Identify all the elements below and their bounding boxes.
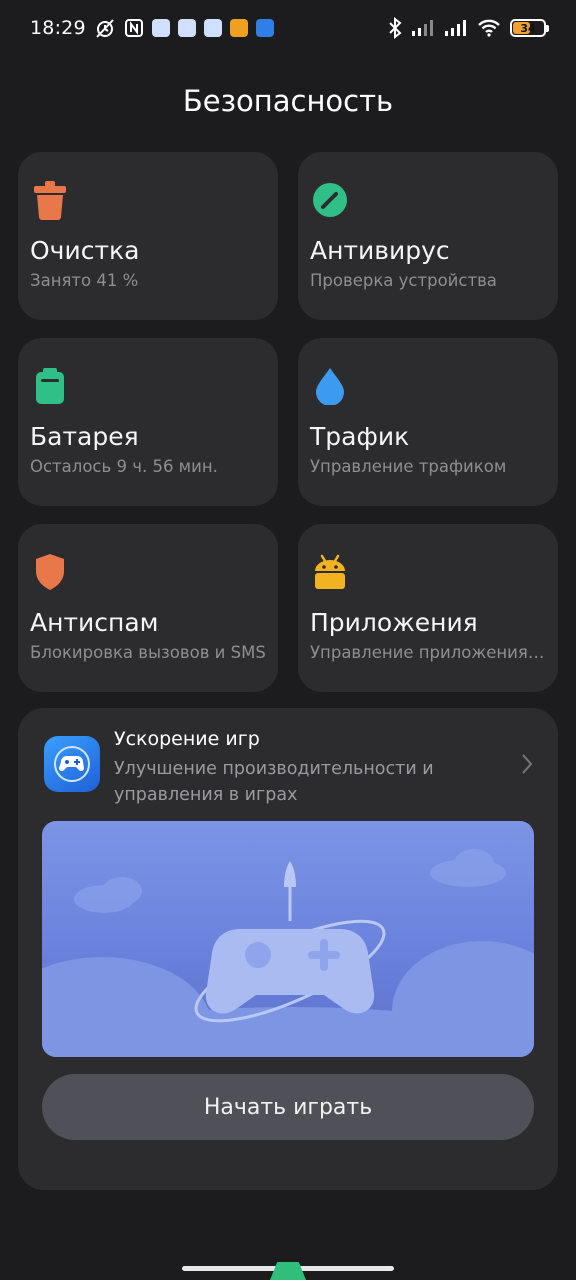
antivirus-icon [310, 180, 350, 220]
tile-subtitle: Блокировка вызовов и SMS [30, 643, 266, 662]
signal-icon [444, 19, 468, 37]
tile-title: Антивирус [310, 236, 450, 265]
tile-antivirus[interactable]: Антивирус Проверка устройства [298, 152, 558, 320]
status-bar-left: 18:29 [30, 17, 274, 39]
trash-icon [30, 180, 70, 220]
alarm-off-icon [94, 17, 116, 39]
tile-battery[interactable]: Батарея Осталось 9 ч. 56 мин. [18, 338, 278, 506]
game-booster-header[interactable]: Ускорение игр Улучшение производительнос… [44, 728, 534, 806]
status-bar: 18:29 34 [0, 0, 576, 56]
app-notification-icon [255, 19, 274, 37]
feature-grid: Очистка Занято 41 % Антивирус Проверка у… [18, 152, 558, 692]
start-playing-button[interactable]: Начать играть [42, 1074, 534, 1140]
shield-icon [30, 552, 70, 592]
android-icon [310, 552, 350, 592]
tile-antispam[interactable]: Антиспам Блокировка вызовов и SMS [18, 524, 278, 692]
status-bar-right: 34 [388, 17, 549, 39]
gamepad-icon [44, 736, 100, 792]
discord-icon [229, 19, 248, 37]
tile-subtitle: Занято 41 % [30, 271, 139, 290]
tile-subtitle: Проверка устройства [310, 271, 497, 290]
page-title: Безопасность [182, 84, 394, 118]
tile-subtitle: Управление трафиком [310, 457, 507, 476]
tile-title: Приложения [310, 608, 478, 637]
app-notification-icon [203, 19, 222, 37]
nfc-icon [124, 18, 144, 38]
status-time: 18:29 [30, 17, 86, 39]
signal-icon [411, 19, 435, 37]
gamepad-rocket-illustration [42, 849, 534, 1057]
game-booster-card: Ускорение игр Улучшение производительнос… [18, 708, 558, 1190]
game-banner-illustration [42, 821, 534, 1057]
chevron-right-icon [520, 752, 534, 780]
tile-traffic[interactable]: Трафик Управление трафиком [298, 338, 558, 506]
tile-subtitle: Управление приложениями [310, 643, 546, 662]
tile-apps[interactable]: Приложения Управление приложениями [298, 524, 558, 692]
tile-cleaner[interactable]: Очистка Занято 41 % [18, 152, 278, 320]
app-notification-icon [177, 19, 196, 37]
tile-title: Батарея [30, 422, 139, 451]
battery-icon: 34 [510, 19, 549, 37]
tile-title: Очистка [30, 236, 140, 265]
tile-title: Трафик [310, 422, 410, 451]
bluetooth-icon [388, 17, 402, 39]
game-booster-title: Ускорение игр [114, 728, 260, 750]
tile-subtitle: Осталось 9 ч. 56 мин. [30, 457, 218, 476]
battery-icon [30, 366, 70, 406]
drop-icon [310, 366, 350, 406]
app-notification-icon [151, 19, 170, 37]
tile-title: Антиспам [30, 608, 159, 637]
app-shortcut-icon[interactable] [270, 1262, 306, 1280]
battery-level: 34 [520, 21, 536, 35]
wifi-icon [477, 19, 501, 37]
game-booster-description: Улучшение производительности и управлени… [114, 759, 434, 805]
